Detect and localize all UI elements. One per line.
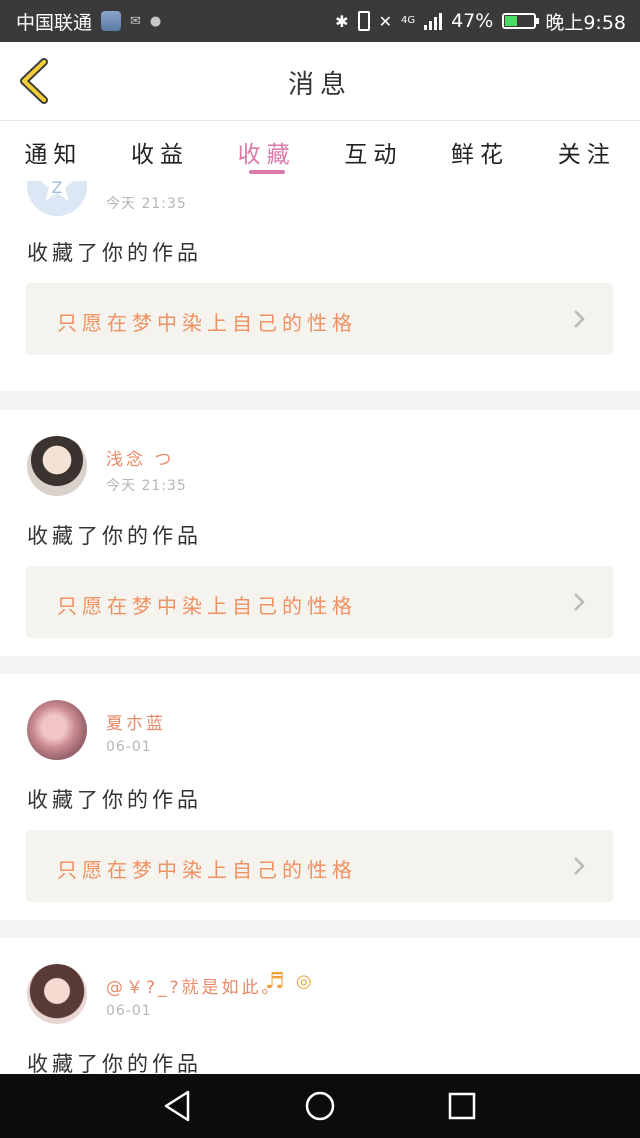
tab-label: 收藏 — [237, 142, 296, 168]
work-link[interactable]: 只愿在梦中染上自己的性格 — [26, 830, 613, 902]
nav-home-button[interactable] — [302, 1088, 338, 1124]
signal-icon — [424, 12, 443, 30]
status-bar: 中国联通 ✉ ● ✱ ✕ 4G 47% 晚上9:58 — [0, 0, 640, 42]
chevron-right-icon — [574, 593, 585, 611]
nav-back-button[interactable] — [160, 1088, 196, 1124]
avatar[interactable] — [27, 700, 87, 760]
tab-following[interactable]: 关注 — [533, 121, 640, 181]
svg-text:Z: Z — [52, 181, 63, 197]
action-text: 收藏了你的作品 — [27, 1052, 202, 1074]
post-time: 今天 21:35 — [106, 196, 187, 212]
tab-flowers[interactable]: 鲜花 — [427, 121, 534, 181]
message-list[interactable]: Z ☀ Y 今天 21:35 收藏了你的作品 只愿在梦中染上自己的性格 浅念 つ… — [0, 181, 640, 1074]
tab-earnings[interactable]: 收益 — [107, 121, 214, 181]
action-text: 收藏了你的作品 — [27, 788, 202, 812]
home-circle-icon — [305, 1091, 335, 1121]
user-name[interactable]: @￥?_?就是如此。 — [106, 973, 282, 998]
work-link[interactable]: 只愿在梦中染上自己的性格 — [26, 283, 613, 355]
system-nav-bar — [0, 1074, 640, 1138]
avatar[interactable] — [27, 436, 87, 496]
chevron-right-icon — [574, 310, 585, 328]
status-left: 中国联通 ✉ ● — [16, 8, 161, 35]
work-title: 只愿在梦中染上自己的性格 — [57, 311, 357, 335]
notification-icon: ● — [149, 13, 162, 29]
qq-default-avatar-icon: Z — [27, 181, 87, 216]
tab-label: 互动 — [344, 142, 403, 168]
target-icon: ◎ — [296, 971, 312, 992]
battery-percent: 47% — [451, 10, 494, 32]
work-title: 只愿在梦中染上自己的性格 — [57, 594, 357, 618]
vibrate-icon — [357, 11, 370, 31]
message-card: 浅念 つ 今天 21:35 收藏了你的作品 只愿在梦中染上自己的性格 — [0, 410, 640, 656]
recents-square-icon — [448, 1092, 476, 1120]
notification-icon: ✉ — [130, 13, 141, 29]
nav-recents-button[interactable] — [444, 1088, 480, 1124]
music-note-icon: ♬ — [265, 969, 285, 994]
tab-label: 通知 — [24, 142, 83, 168]
sun-icon: ☀ — [106, 181, 122, 184]
tab-label: 关注 — [557, 142, 616, 168]
battery-level-fill — [505, 16, 518, 26]
work-title: 只愿在梦中染上自己的性格 — [57, 858, 357, 882]
user-name[interactable]: 夏朩蓝 — [106, 709, 166, 734]
post-time: 今天 21:35 — [106, 478, 187, 494]
user-name[interactable]: 浅念 つ — [106, 445, 174, 470]
tab-bar: 通知 收益 收藏 互动 鲜花 关注 — [0, 121, 640, 181]
message-card: Z ☀ Y 今天 21:35 收藏了你的作品 只愿在梦中染上自己的性格 — [0, 181, 640, 391]
bluetooth-icon: ✱ — [335, 11, 349, 31]
active-tab-indicator — [248, 170, 285, 174]
post-time: 06-01 — [106, 739, 152, 755]
tab-label: 鲜花 — [451, 142, 510, 168]
back-triangle-icon — [164, 1090, 190, 1122]
tab-favorites[interactable]: 收藏 — [213, 121, 320, 181]
avatar[interactable] — [27, 964, 87, 1024]
app-screen: 中国联通 ✉ ● ✱ ✕ 4G 47% 晚上9:58 消息 通知 收益 收藏 互… — [0, 0, 640, 1138]
status-right: ✱ ✕ 4G 47% 晚上9:58 — [335, 8, 626, 35]
header-bar: 消息 — [0, 42, 640, 121]
carrier-name: 中国联通 — [16, 11, 93, 34]
message-card: @￥?_?就是如此。 ♬ ◎ 06-01 收藏了你的作品 — [0, 938, 640, 1074]
battery-charging-icon — [502, 13, 540, 29]
action-text: 收藏了你的作品 — [27, 241, 202, 265]
post-time: 06-01 — [106, 1003, 152, 1019]
tab-notifications[interactable]: 通知 — [0, 121, 107, 181]
action-text: 收藏了你的作品 — [27, 524, 202, 548]
chevron-right-icon — [574, 857, 585, 875]
message-card: 夏朩蓝 06-01 收藏了你的作品 只愿在梦中染上自己的性格 — [0, 674, 640, 920]
tab-interactions[interactable]: 互动 — [320, 121, 427, 181]
user-name[interactable]: Y — [133, 181, 146, 184]
page-title: 消息 — [287, 70, 352, 100]
tab-label: 收益 — [131, 142, 189, 168]
work-link[interactable]: 只愿在梦中染上自己的性格 — [26, 566, 613, 638]
clock: 晚上9:58 — [545, 11, 626, 34]
mute-icon: ✕ — [378, 11, 392, 31]
avatar[interactable]: Z — [27, 181, 87, 216]
sim-app-icon — [101, 11, 122, 31]
network-type: 4G — [400, 15, 416, 26]
